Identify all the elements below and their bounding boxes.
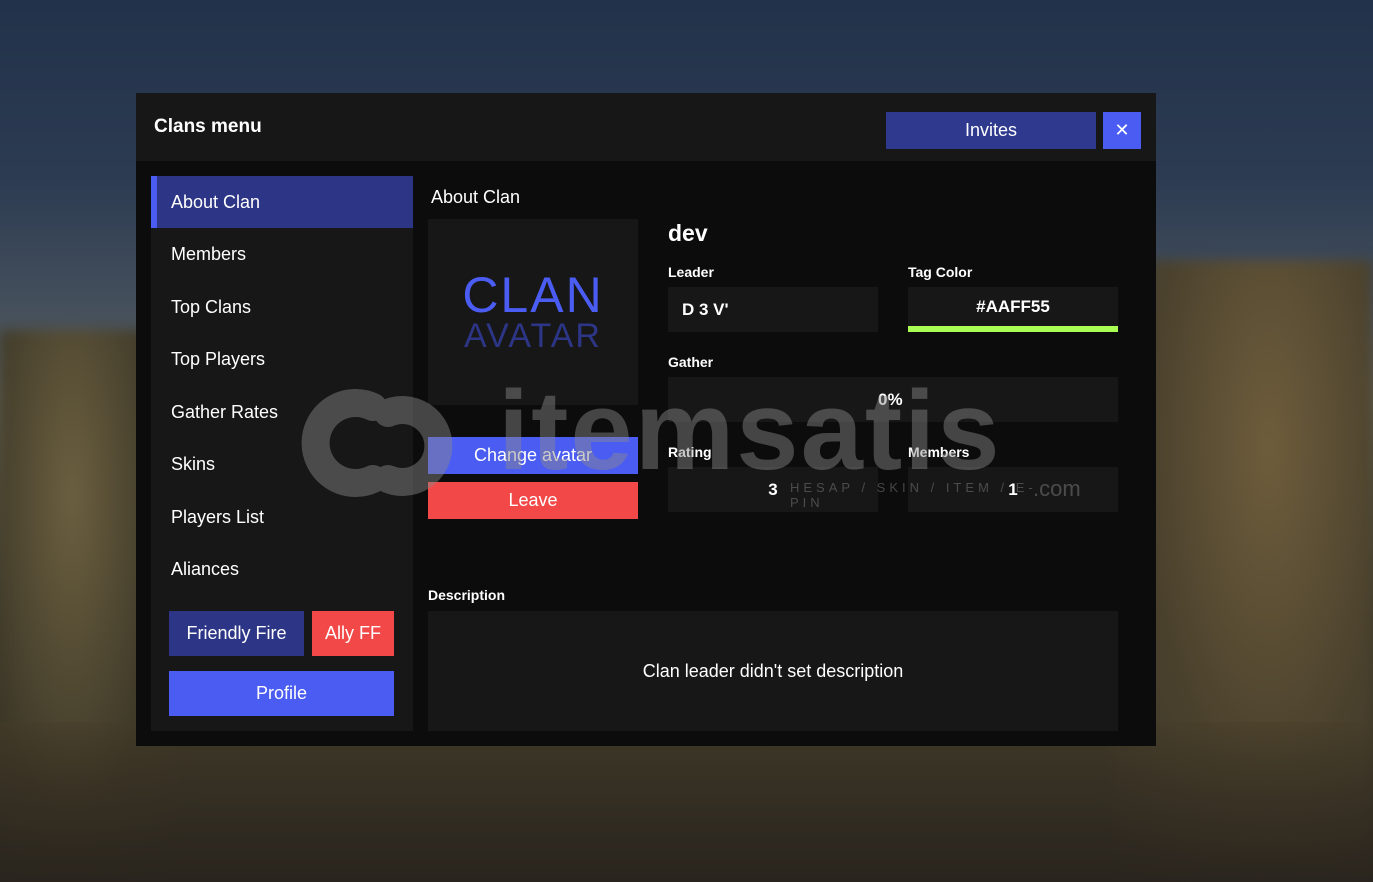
members-value: 1 [908, 467, 1118, 512]
sidebar-item-label: Players List [171, 506, 265, 527]
ally-ff-button[interactable]: Ally FF [312, 611, 394, 656]
sidebar-item-label: Gather Rates [171, 401, 279, 422]
sidebar-item-players-list[interactable]: Players List [151, 491, 413, 543]
background-ground [0, 722, 1373, 882]
clans-menu-window: Clans menu Invites ✕ About Clan Members … [136, 93, 1156, 746]
rating-value: 3 [668, 467, 878, 512]
avatar-text-line1: CLAN [462, 267, 604, 323]
sidebar-item-about-clan[interactable]: About Clan [151, 176, 413, 228]
clan-name: dev [668, 220, 708, 246]
sidebar-item-gather-rates[interactable]: Gather Rates [151, 386, 413, 438]
close-button[interactable]: ✕ [1103, 112, 1141, 149]
clan-avatar: CLAN AVATAR [428, 219, 638, 405]
sidebar-item-label: Skins [171, 453, 216, 474]
sidebar-item-members[interactable]: Members [151, 228, 413, 280]
invites-button[interactable]: Invites [886, 112, 1096, 149]
titlebar: Clans menu Invites ✕ [136, 93, 1156, 161]
change-avatar-button[interactable]: Change avatar [428, 437, 638, 474]
sidebar-item-label: Top Players [171, 348, 266, 369]
sidebar-item-top-clans[interactable]: Top Clans [151, 281, 413, 333]
sidebar-item-label: Members [171, 243, 247, 264]
sidebar-item-top-players[interactable]: Top Players [151, 333, 413, 385]
members-label: Members [908, 444, 970, 460]
sidebar-item-aliances[interactable]: Aliances [151, 543, 413, 595]
rating-label: Rating [668, 444, 712, 460]
sidebar-item-label: Top Clans [171, 296, 252, 317]
tag-color-label: Tag Color [908, 264, 973, 280]
window-title: Clans menu [154, 116, 262, 137]
leader-value: D 3 V' [668, 287, 878, 332]
avatar-text-line2: AVATAR [464, 317, 602, 355]
friendly-fire-button[interactable]: Friendly Fire [169, 611, 304, 656]
sidebar: About Clan Members Top Clans Top Players… [151, 176, 413, 731]
tag-color-swatch [908, 326, 1118, 332]
profile-button[interactable]: Profile [169, 671, 394, 716]
description-box: Clan leader didn't set description [428, 611, 1118, 731]
description-text: Clan leader didn't set description [642, 660, 904, 681]
sidebar-item-label: Aliances [171, 558, 240, 579]
leave-button[interactable]: Leave [428, 482, 638, 519]
sidebar-item-skins[interactable]: Skins [151, 438, 413, 490]
sidebar-item-label: About Clan [171, 191, 261, 212]
gather-label: Gather [668, 354, 714, 370]
tag-color-value[interactable]: #AAFF55 [908, 287, 1118, 326]
section-title: About Clan [431, 187, 521, 207]
gather-progress: 0% [668, 377, 1118, 422]
leader-label: Leader [668, 264, 714, 280]
description-label: Description [428, 587, 506, 603]
close-icon: ✕ [1114, 120, 1130, 140]
